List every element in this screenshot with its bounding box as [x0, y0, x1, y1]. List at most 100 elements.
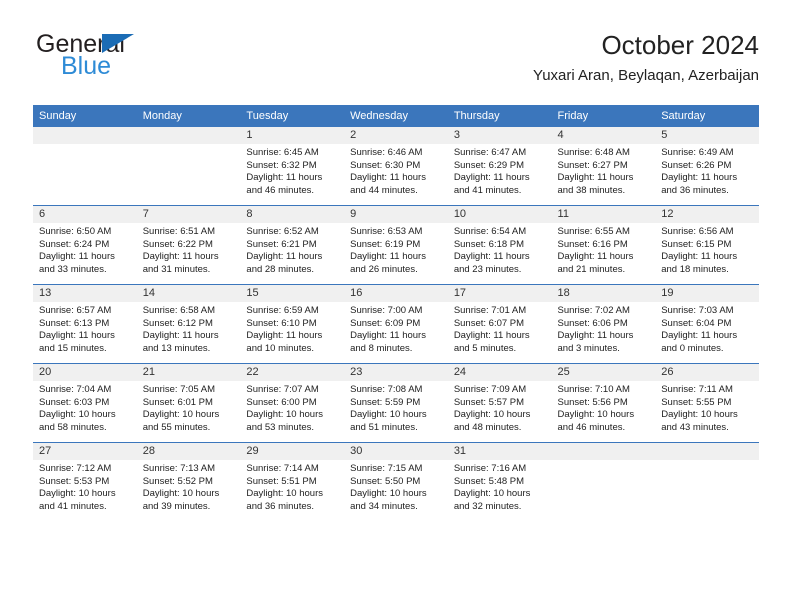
- day-number: 7: [136, 206, 241, 223]
- day-number: 16: [344, 285, 448, 302]
- sunrise-time: Sunrise: 6:50 AM: [39, 226, 112, 237]
- daylight-duration-line1: Daylight: 10 hours: [142, 488, 220, 500]
- day-number: 20: [33, 364, 137, 381]
- blue-triangle-icon: [102, 34, 134, 53]
- calendar-day-cell[interactable]: 25 Sunrise: 7:10 AM Sunset: 5:56 PM Dayligh…: [551, 363, 656, 443]
- calendar-day-cell[interactable]: 30 Sunrise: 7:15 AM Sunset: 5:50 PM Dayligh…: [344, 442, 448, 521]
- daylight-duration-line1: Daylight: 11 hours: [39, 330, 115, 342]
- weekday-header-thursday: Thursday: [447, 105, 552, 127]
- calendar-day-cell[interactable]: 12 Sunrise: 6:56 AM Sunset: 6:15 PM Dayligh…: [655, 205, 759, 285]
- page-title: October 2024: [601, 30, 759, 60]
- calendar-day-cell[interactable]: 18 Sunrise: 7:02 AM Sunset: 6:06 PM Dayligh…: [551, 284, 656, 364]
- daylight-duration-line1: Daylight: 11 hours: [142, 251, 219, 263]
- sunrise-time: Sunrise: 6:46 AM: [350, 147, 423, 158]
- calendar-day-cell[interactable]: 15 Sunrise: 6:59 AM Sunset: 6:10 PM Dayligh…: [240, 284, 345, 364]
- daylight-duration-line1: Daylight: 10 hours: [246, 488, 323, 500]
- calendar-day-cell[interactable]: 31 Sunrise: 7:16 AM Sunset: 5:48 PM Dayligh…: [447, 442, 552, 521]
- calendar-day-cell-empty: [136, 127, 241, 206]
- day-number: 12: [655, 206, 759, 223]
- daylight-duration-line2: and 55 minutes.: [142, 421, 211, 433]
- daylight-duration-line1: Daylight: 10 hours: [557, 409, 635, 421]
- day-number: 23: [344, 364, 448, 381]
- sunset-time: Sunset: 6:21 PM: [246, 238, 317, 250]
- calendar-day-cell[interactable]: 2 Sunrise: 6:46 AM Sunset: 6:30 PM Daylight…: [344, 127, 448, 206]
- calendar-day-cell[interactable]: 3 Sunrise: 6:47 AM Sunset: 6:29 PM Daylight…: [447, 127, 552, 206]
- daylight-duration-line1: Daylight: 11 hours: [350, 172, 426, 184]
- day-details: Sunrise: 7:12 AM Sunset: 5:53 PM Daylight:…: [33, 460, 137, 513]
- day-number: 29: [240, 443, 345, 460]
- day-details: Sunrise: 6:55 AM Sunset: 6:16 PM Daylight:…: [552, 223, 656, 276]
- calendar-day-cell[interactable]: 11 Sunrise: 6:55 AM Sunset: 6:16 PM Dayligh…: [551, 205, 656, 285]
- sunset-time: Sunset: 6:16 PM: [557, 238, 628, 250]
- calendar-day-cell[interactable]: 23 Sunrise: 7:08 AM Sunset: 5:59 PM Dayligh…: [344, 363, 448, 443]
- daylight-duration-line2: and 33 minutes.: [39, 263, 107, 275]
- general-blue-logo[interactable]: General Blue: [33, 28, 213, 86]
- calendar-day-cell[interactable]: 16 Sunrise: 7:00 AM Sunset: 6:09 PM Dayligh…: [344, 284, 448, 364]
- calendar-day-cell[interactable]: 28 Sunrise: 7:13 AM Sunset: 5:52 PM Dayligh…: [136, 442, 241, 521]
- day-details: Sunrise: 6:59 AM Sunset: 6:10 PM Daylight:…: [240, 302, 344, 355]
- daylight-duration-line2: and 18 minutes.: [661, 263, 729, 275]
- daylight-duration-line2: and 5 minutes.: [453, 342, 517, 354]
- daylight-duration-line1: Daylight: 10 hours: [39, 409, 116, 421]
- daylight-duration-line2: and 0 minutes.: [661, 342, 724, 354]
- day-details: Sunrise: 7:15 AM Sunset: 5:50 PM Daylight:…: [344, 460, 448, 513]
- sunset-time: Sunset: 6:15 PM: [661, 238, 732, 250]
- daylight-duration-line1: Daylight: 11 hours: [246, 251, 323, 263]
- sunset-time: Sunset: 5:53 PM: [39, 475, 110, 487]
- sunrise-time: Sunrise: 6:57 AM: [39, 305, 112, 316]
- sunset-time: Sunset: 5:55 PM: [661, 396, 732, 408]
- day-details: Sunrise: 7:11 AM Sunset: 5:55 PM Daylight:…: [655, 381, 759, 434]
- daylight-duration-line1: Daylight: 11 hours: [453, 172, 530, 184]
- sunset-time: Sunset: 5:52 PM: [142, 475, 213, 487]
- calendar-day-cell[interactable]: 14 Sunrise: 6:58 AM Sunset: 6:12 PM Dayligh…: [136, 284, 241, 364]
- calendar-day-cell[interactable]: 13 Sunrise: 6:57 AM Sunset: 6:13 PM Dayligh…: [33, 284, 137, 364]
- calendar-day-cell[interactable]: 10 Sunrise: 6:54 AM Sunset: 6:18 PM Dayligh…: [447, 205, 552, 285]
- calendar-day-cell[interactable]: 29 Sunrise: 7:14 AM Sunset: 5:51 PM Dayligh…: [240, 442, 345, 521]
- sunset-time: Sunset: 5:48 PM: [453, 475, 525, 487]
- day-number: 22: [240, 364, 345, 381]
- sunset-time: Sunset: 6:22 PM: [142, 238, 213, 250]
- daylight-duration-line2: and 48 minutes.: [453, 421, 522, 433]
- calendar-day-cell[interactable]: 21 Sunrise: 7:05 AM Sunset: 6:01 PM Dayligh…: [136, 363, 241, 443]
- calendar-day-cell[interactable]: 27 Sunrise: 7:12 AM Sunset: 5:53 PM Dayligh…: [33, 442, 137, 521]
- calendar-week-row: 27 Sunrise: 7:12 AM Sunset: 5:53 PM Dayligh…: [33, 442, 759, 521]
- calendar-day-cell[interactable]: 19 Sunrise: 7:03 AM Sunset: 6:04 PM Dayligh…: [655, 284, 759, 364]
- daylight-duration-line1: Daylight: 11 hours: [246, 172, 323, 184]
- calendar-day-cell[interactable]: 26 Sunrise: 7:11 AM Sunset: 5:55 PM Dayligh…: [655, 363, 759, 443]
- calendar-day-cell[interactable]: 6 Sunrise: 6:50 AM Sunset: 6:24 PM Daylight…: [33, 205, 137, 285]
- calendar-day-cell[interactable]: 8 Sunrise: 6:52 AM Sunset: 6:21 PM Daylight…: [240, 205, 345, 285]
- sunrise-time: Sunrise: 6:53 AM: [350, 226, 423, 237]
- daylight-duration-line2: and 43 minutes.: [661, 421, 729, 433]
- sunset-time: Sunset: 5:59 PM: [350, 396, 421, 408]
- calendar-day-cell[interactable]: 24 Sunrise: 7:09 AM Sunset: 5:57 PM Dayligh…: [447, 363, 552, 443]
- day-details: Sunrise: 7:07 AM Sunset: 6:00 PM Daylight:…: [240, 381, 344, 434]
- daylight-duration-line1: Daylight: 11 hours: [661, 251, 738, 263]
- calendar-day-cell[interactable]: 1 Sunrise: 6:45 AM Sunset: 6:32 PM Daylight…: [240, 127, 345, 206]
- day-number: [33, 127, 137, 144]
- day-details: Sunrise: 7:01 AM Sunset: 6:07 PM Daylight:…: [448, 302, 552, 355]
- sunrise-time: Sunrise: 6:45 AM: [246, 147, 319, 158]
- day-details: Sunrise: 6:45 AM Sunset: 6:32 PM Daylight:…: [240, 144, 344, 197]
- calendar-day-cell[interactable]: 22 Sunrise: 7:07 AM Sunset: 6:00 PM Dayligh…: [240, 363, 345, 443]
- calendar-header-row: Sunday Monday Tuesday Wednesday Thursday…: [33, 105, 759, 127]
- page-header: General Blue October 2024 Yuxari Aran, B…: [33, 28, 759, 100]
- sunrise-time: Sunrise: 7:15 AM: [350, 463, 423, 474]
- sunset-time: Sunset: 6:07 PM: [453, 317, 525, 329]
- sunrise-sunset-calendar: Sunday Monday Tuesday Wednesday Thursday…: [33, 105, 759, 521]
- day-details: Sunrise: 7:16 AM Sunset: 5:48 PM Daylight:…: [448, 460, 552, 513]
- calendar-day-cell[interactable]: 20 Sunrise: 7:04 AM Sunset: 6:03 PM Dayligh…: [33, 363, 137, 443]
- day-number: 30: [344, 443, 448, 460]
- daylight-duration-line1: Daylight: 11 hours: [661, 172, 738, 184]
- calendar-day-cell[interactable]: 5 Sunrise: 6:49 AM Sunset: 6:26 PM Daylight…: [655, 127, 759, 206]
- daylight-duration-line1: Daylight: 10 hours: [246, 409, 323, 421]
- day-details: Sunrise: 6:50 AM Sunset: 6:24 PM Daylight:…: [33, 223, 137, 276]
- calendar-day-cell[interactable]: 7 Sunrise: 6:51 AM Sunset: 6:22 PM Daylight…: [136, 205, 241, 285]
- day-number: 14: [136, 285, 241, 302]
- day-details: Sunrise: 7:02 AM Sunset: 6:06 PM Daylight:…: [552, 302, 656, 355]
- calendar-day-cell[interactable]: 4 Sunrise: 6:48 AM Sunset: 6:27 PM Daylight…: [551, 127, 656, 206]
- calendar-day-cell[interactable]: 17 Sunrise: 7:01 AM Sunset: 6:07 PM Dayligh…: [447, 284, 552, 364]
- sunset-time: Sunset: 6:29 PM: [453, 159, 525, 171]
- daylight-duration-line2: and 8 minutes.: [350, 342, 413, 354]
- calendar-day-cell[interactable]: 9 Sunrise: 6:53 AM Sunset: 6:19 PM Daylight…: [344, 205, 448, 285]
- daylight-duration-line2: and 39 minutes.: [142, 500, 211, 512]
